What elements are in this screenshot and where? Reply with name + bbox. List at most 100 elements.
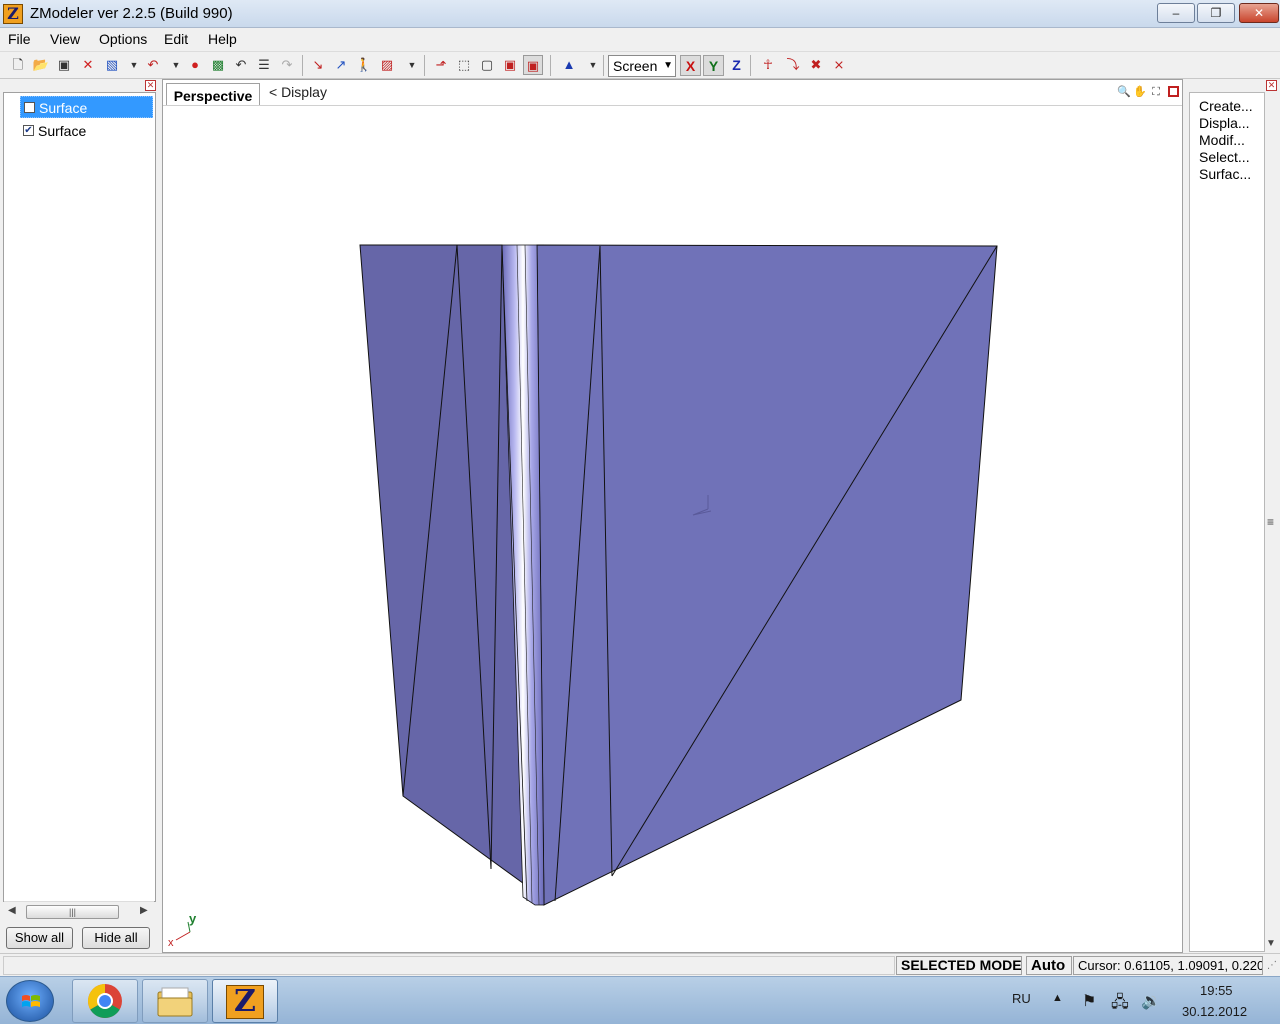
document-icon[interactable]: ☰ — [254, 55, 274, 75]
scroll-left-icon[interactable]: ◀ — [8, 905, 16, 916]
object-tree: Surface ✔ Surface — [3, 92, 156, 902]
tree-horizontal-scrollbar[interactable]: ◀ ||| ▶ — [4, 901, 154, 921]
paint-icon[interactable]: ▨ — [377, 55, 397, 75]
import-icon[interactable]: ▧ — [102, 55, 122, 75]
resize-grip-icon: ⋰ — [1267, 960, 1277, 971]
close-button[interactable]: ✕ — [1239, 3, 1279, 23]
record-icon[interactable]: ● — [185, 55, 205, 75]
scroll-right-icon[interactable]: ▶ — [140, 905, 148, 916]
fit-view-icon[interactable]: ⛶ — [1149, 85, 1163, 99]
export-icon[interactable]: ↶ — [143, 55, 163, 75]
export-dropdown-icon[interactable]: ▼ — [166, 55, 186, 75]
status-auto: Auto — [1026, 956, 1072, 975]
scene-canvas[interactable] — [163, 107, 1182, 952]
light-icon[interactable]: ▲ — [559, 55, 579, 75]
magnet-icon[interactable]: ☥ — [758, 55, 778, 75]
edge-mode-icon[interactable]: ▣ — [500, 55, 520, 75]
close-icon[interactable]: ✕ — [1266, 80, 1277, 91]
object-mode-icon[interactable]: ⬚ — [454, 55, 474, 75]
coordinate-space-select[interactable]: Screen ▼ — [608, 55, 676, 77]
clock-date[interactable]: 30.12.2012 — [1182, 1004, 1247, 1019]
network-icon[interactable]: 🖧 — [1111, 991, 1129, 1018]
show-hidden-icons-icon[interactable]: ▲ — [1052, 992, 1063, 1004]
main-toolbar: 🗋 📂 ▣ ✕ ▧ ▼ ↶ ▼ ● ▩ ↶ ☰ ↷ ↘ ↗ 🚶 ▨ ▼ ⬏ ⬚ … — [0, 52, 1280, 79]
texture-icon[interactable]: ▩ — [208, 55, 228, 75]
import-dropdown-icon[interactable]: ▼ — [124, 55, 144, 75]
language-indicator[interactable]: RU — [1012, 991, 1031, 1006]
select-vertex-icon[interactable]: ↘ — [308, 55, 328, 75]
face-mode-icon[interactable]: ▢ — [477, 55, 497, 75]
minimize-button[interactable]: – — [1157, 3, 1195, 23]
select-edge-icon[interactable]: ↗ — [331, 55, 351, 75]
axis-y-toggle[interactable]: Y — [703, 55, 724, 76]
axis-z-toggle[interactable]: Z — [726, 55, 747, 76]
pan-icon[interactable]: ✋ — [1133, 85, 1147, 99]
tree-item-surface[interactable]: Surface — [20, 96, 153, 118]
vertex-mode-icon[interactable]: ⬏ — [431, 55, 451, 75]
toolbar-separator — [603, 55, 604, 76]
scale-icon[interactable]: ⨯ — [829, 55, 849, 75]
show-all-button[interactable]: Show all — [6, 927, 73, 949]
visibility-checkbox[interactable]: ✔ — [23, 125, 34, 136]
menu-bar: File View Options Edit Help — [0, 28, 1280, 52]
visibility-checkbox[interactable] — [24, 102, 35, 113]
close-icon[interactable]: ✕ — [145, 80, 156, 91]
gizmo-x-label: x — [168, 937, 174, 948]
toolbar-separator — [302, 55, 303, 76]
menu-view[interactable]: View — [50, 31, 80, 47]
scroll-down-icon[interactable]: ▼ — [1266, 938, 1276, 949]
status-bar: SELECTED MODE Auto Cursor: 0.61105, 1.09… — [0, 953, 1280, 976]
menu-help[interactable]: Help — [208, 31, 237, 47]
axis-x-toggle[interactable]: X — [680, 55, 701, 76]
status-message — [3, 956, 895, 975]
taskbar-chrome[interactable] — [72, 979, 138, 1023]
box-mesh[interactable] — [359, 244, 998, 906]
save-icon[interactable]: ▣ — [54, 55, 74, 75]
menu-options[interactable]: Options — [99, 31, 147, 47]
rotate-icon[interactable]: ✖ — [806, 55, 826, 75]
tree-item-surface[interactable]: ✔ Surface — [20, 120, 153, 142]
zoom-icon[interactable]: 🔍 — [1117, 85, 1131, 99]
command-modify[interactable]: Modif... — [1199, 132, 1263, 148]
toolbar-separator — [550, 55, 551, 76]
delete-icon[interactable]: ✕ — [78, 55, 98, 75]
new-file-icon[interactable]: 🗋 — [8, 55, 28, 75]
maximize-viewport-icon[interactable] — [1168, 86, 1179, 97]
coordinate-space-value: Screen — [613, 58, 658, 74]
redo-icon[interactable]: ↷ — [277, 55, 297, 75]
status-mode: SELECTED MODE — [896, 956, 1022, 975]
tree-item-label: Surface — [39, 100, 88, 116]
move-icon[interactable]: ⤵ — [783, 55, 803, 75]
volume-icon[interactable]: 🔉 — [1141, 991, 1161, 1011]
command-display[interactable]: Displa... — [1199, 115, 1263, 131]
display-toggle[interactable]: < Display — [269, 84, 327, 100]
hide-all-button[interactable]: Hide all — [82, 927, 150, 949]
taskbar-zmodeler[interactable]: Z — [212, 979, 278, 1023]
zmodeler-icon: Z — [226, 985, 264, 1019]
open-file-icon[interactable]: 📂 — [31, 55, 51, 75]
menu-edit[interactable]: Edit — [164, 31, 188, 47]
clock-time[interactable]: 19:55 — [1200, 983, 1233, 998]
start-button[interactable] — [6, 980, 54, 1022]
command-select[interactable]: Select... — [1199, 149, 1263, 165]
surface-mode-icon[interactable]: ▣ — [523, 55, 543, 75]
windows-taskbar: Z RU ▲ ⚑ 🖧 🔉 19:55 30.12.2012 — [0, 976, 1280, 1024]
panel-splitter-grip[interactable]: ≡ — [1267, 515, 1274, 529]
taskbar-explorer[interactable] — [142, 979, 208, 1023]
menu-file[interactable]: File — [8, 31, 31, 47]
action-center-flag-icon[interactable]: ⚑ — [1082, 991, 1096, 1011]
command-surface[interactable]: Surfac... — [1199, 166, 1263, 182]
status-cursor: Cursor: 0.61105, 1.09091, 0.2203 — [1073, 956, 1263, 975]
paint-dropdown-icon[interactable]: ▼ — [402, 55, 422, 75]
tree-item-label: Surface — [38, 123, 87, 139]
light-dropdown-icon[interactable]: ▼ — [583, 55, 603, 75]
walk-icon[interactable]: 🚶 — [354, 55, 374, 75]
perspective-viewport[interactable]: Perspective < Display 🔍 ✋ ⛶ y x — [162, 79, 1183, 953]
restore-button[interactable]: ❐ — [1197, 3, 1235, 23]
undo-icon[interactable]: ↶ — [231, 55, 251, 75]
commands-panel: ✕ Create... Displa... Modif... Select...… — [1186, 79, 1280, 953]
tab-perspective[interactable]: Perspective — [166, 83, 260, 105]
gizmo-y-label: y — [189, 912, 197, 926]
scrollbar-thumb[interactable]: ||| — [26, 905, 119, 919]
command-create[interactable]: Create... — [1199, 98, 1263, 114]
